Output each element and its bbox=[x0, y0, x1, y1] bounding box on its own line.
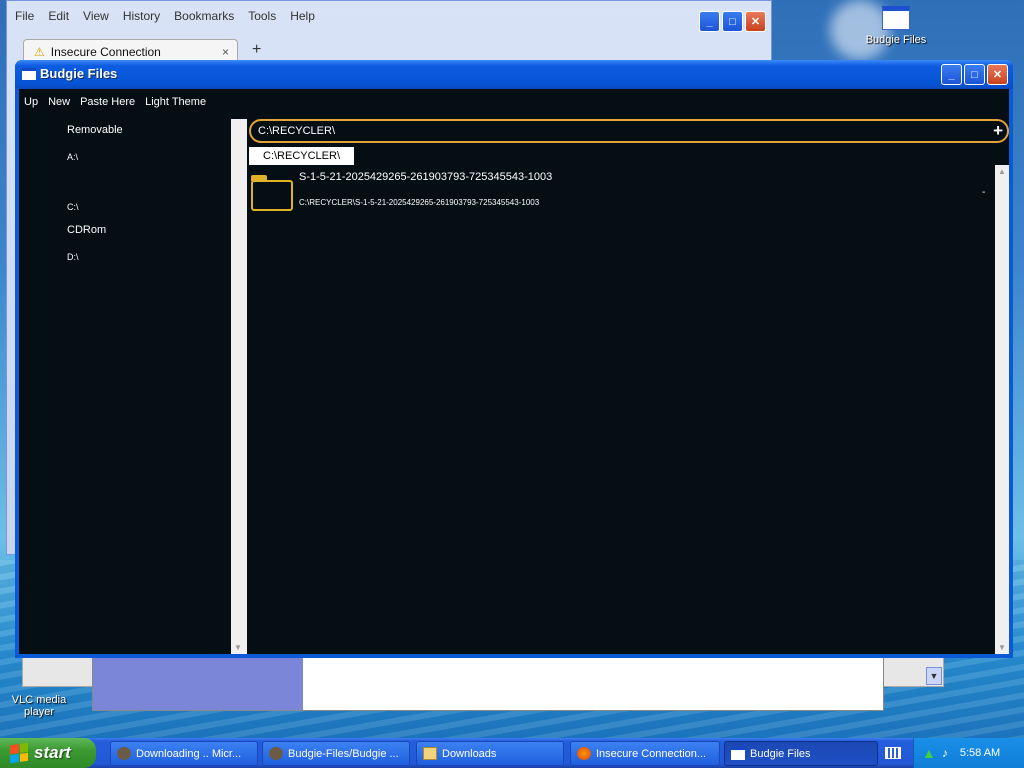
path-input[interactable]: C:\RECYCLER\ + bbox=[249, 119, 1009, 143]
taskbar-item-label: Budgie-Files/Budgie ... bbox=[288, 747, 399, 760]
firefox-window-controls: _ □ ✕ bbox=[699, 11, 766, 32]
taskbar-item-label: Budgie Files bbox=[750, 747, 811, 760]
menu-tools[interactable]: Tools bbox=[248, 9, 276, 29]
scroll-down-arrow[interactable]: ▼ bbox=[926, 667, 942, 685]
warning-icon: ⚠ bbox=[34, 44, 45, 59]
item-name: S-1-5-21-2025429265-261903793-725345543-… bbox=[299, 171, 553, 183]
menu-up[interactable]: Up bbox=[24, 96, 38, 108]
menu-paste-here[interactable]: Paste Here bbox=[80, 96, 135, 108]
menu-file[interactable]: File bbox=[15, 9, 34, 29]
maximize-icon[interactable]: □ bbox=[964, 64, 985, 85]
maximize-icon[interactable]: □ bbox=[722, 11, 743, 32]
tab-close-icon[interactable]: × bbox=[222, 45, 229, 59]
add-icon[interactable]: + bbox=[993, 121, 1003, 141]
window-client: Up New Paste Here Light Theme Removable … bbox=[19, 89, 1009, 654]
sidebar-drive-a[interactable]: A:\ bbox=[67, 152, 78, 162]
window-icon bbox=[882, 6, 910, 30]
sidebar: Removable A:\ C:\ CDRom D:\ bbox=[19, 119, 231, 654]
taskbar-item[interactable]: Budgie-Files/Budgie ... bbox=[262, 741, 410, 766]
sidebar-group-cdrom: CDRom bbox=[67, 224, 107, 236]
folder-icon bbox=[251, 175, 293, 211]
menu-bookmarks[interactable]: Bookmarks bbox=[174, 9, 234, 29]
taskbar-item-label: Insecure Connection... bbox=[596, 747, 707, 760]
desktop-icon-label: Budgie Files bbox=[865, 34, 927, 46]
menu-history[interactable]: History bbox=[123, 9, 160, 29]
path-value: C:\RECYCLER\ bbox=[258, 125, 336, 137]
sidebar-scrollbar[interactable]: ▼ bbox=[231, 119, 247, 654]
scroll-up-icon[interactable]: ▲ bbox=[998, 167, 1006, 176]
taskbar-item[interactable]: Downloads bbox=[416, 741, 564, 766]
sidebar-drive-d[interactable]: D:\ bbox=[67, 252, 79, 262]
taskbar-item[interactable]: Insecure Connection... bbox=[570, 741, 720, 766]
title-bar[interactable]: Budgie Files _ □ ✕ bbox=[15, 60, 1013, 89]
firefox-menu-bar: File Edit View History Bookmarks Tools H… bbox=[15, 9, 315, 29]
taskbar-item-label: Downloading .. Micr... bbox=[136, 747, 242, 760]
file-list-scrollbar[interactable]: ▲ ▼ bbox=[995, 165, 1009, 654]
breadcrumb[interactable]: C:\RECYCLER\ bbox=[249, 147, 355, 165]
menu-bar: Up New Paste Here Light Theme bbox=[19, 89, 1009, 114]
item-path: C:\RECYCLER\S-1-5-21-2025429265-26190379… bbox=[299, 198, 540, 207]
menu-edit[interactable]: Edit bbox=[48, 9, 69, 29]
close-icon[interactable]: ✕ bbox=[987, 64, 1008, 85]
file-list: S-1-5-21-2025429265-261903793-725345543-… bbox=[249, 165, 994, 654]
close-icon[interactable]: ✕ bbox=[745, 11, 766, 32]
desktop-icon-vlc[interactable]: VLC media player bbox=[0, 694, 78, 718]
app-icon bbox=[269, 747, 283, 760]
tab-title: Insecure Connection bbox=[50, 44, 161, 59]
window-icon bbox=[731, 747, 745, 760]
menu-new[interactable]: New bbox=[48, 96, 70, 108]
taskbar: start Downloading .. Micr... Budgie-File… bbox=[0, 738, 1024, 768]
sidebar-group-removable: Removable bbox=[67, 124, 123, 136]
clock[interactable]: 5:58 AM bbox=[960, 747, 1000, 759]
start-button[interactable]: start bbox=[0, 738, 96, 768]
taskbar-item[interactable]: Downloading .. Micr... bbox=[110, 741, 258, 766]
background-window bbox=[92, 655, 884, 711]
taskbar-item-active[interactable]: Budgie Files bbox=[724, 741, 878, 766]
system-tray: ▲ ♪ 5:58 AM bbox=[913, 738, 1024, 768]
desktop-icon-label: VLC media player bbox=[11, 694, 67, 718]
new-tab-button[interactable]: + bbox=[252, 41, 261, 59]
menu-help[interactable]: Help bbox=[290, 9, 315, 29]
minimize-icon[interactable]: _ bbox=[699, 11, 720, 32]
app-icon bbox=[117, 747, 131, 760]
folder-icon bbox=[423, 747, 437, 760]
budgie-files-window: Budgie Files _ □ ✕ Up New Paste Here Lig… bbox=[15, 60, 1013, 658]
keyboard-icon[interactable] bbox=[885, 747, 901, 759]
windows-logo-icon bbox=[10, 742, 28, 764]
window-controls: _ □ ✕ bbox=[941, 64, 1008, 85]
scroll-down-icon[interactable]: ▼ bbox=[998, 643, 1006, 652]
menu-light-theme[interactable]: Light Theme bbox=[145, 96, 206, 108]
minimize-icon[interactable]: _ bbox=[941, 64, 962, 85]
start-label: start bbox=[34, 743, 71, 762]
taskbar-item-label: Downloads bbox=[442, 747, 497, 760]
window-icon bbox=[22, 68, 36, 80]
scroll-down-icon[interactable]: ▼ bbox=[234, 643, 242, 652]
menu-view[interactable]: View bbox=[83, 9, 109, 29]
desktop-icon-budgie-files[interactable]: Budgie Files bbox=[856, 6, 936, 46]
side-marker: - bbox=[982, 187, 986, 198]
firefox-icon bbox=[577, 747, 591, 760]
window-title: Budgie Files bbox=[40, 66, 118, 81]
sidebar-drive-c[interactable]: C:\ bbox=[67, 202, 79, 212]
tray-network-icon[interactable]: ▲ bbox=[922, 745, 936, 761]
tray-speaker-icon[interactable]: ♪ bbox=[942, 746, 948, 760]
